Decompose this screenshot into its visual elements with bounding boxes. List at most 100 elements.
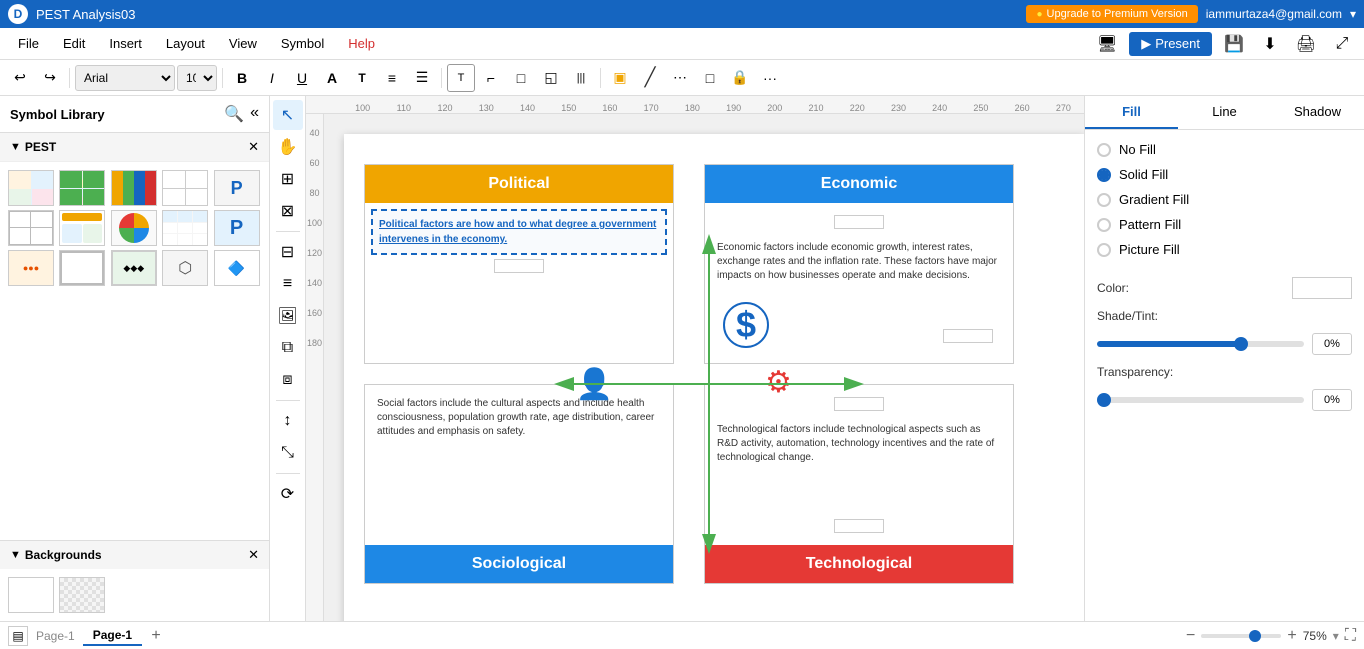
pest-close-icon[interactable]: ✕ <box>248 139 259 155</box>
menu-view[interactable]: View <box>219 32 267 55</box>
zoom-slider[interactable] <box>1201 634 1281 638</box>
political-content[interactable]: Political factors are how and to what de… <box>371 209 667 255</box>
shape4-button[interactable]: ||| <box>567 64 595 92</box>
line-style-button[interactable]: ⋯ <box>666 64 694 92</box>
text-wrap-tool-button[interactable]: ↕ <box>273 406 303 436</box>
template-item-10[interactable]: P <box>214 210 260 246</box>
bg-item-white[interactable] <box>8 577 54 613</box>
panel-collapse-icon[interactable]: « <box>250 104 259 124</box>
template-item-12[interactable] <box>59 250 105 286</box>
zoom-thumb[interactable] <box>1249 630 1261 642</box>
tab-line[interactable]: Line <box>1178 96 1271 129</box>
menu-insert[interactable]: Insert <box>99 32 152 55</box>
template-item-15[interactable]: 🔷 <box>214 250 260 286</box>
panel-search-icon[interactable]: 🔍 <box>224 104 244 124</box>
text-box-button[interactable]: T <box>447 64 475 92</box>
fullscreen-button[interactable]: ⛶ <box>1345 627 1356 645</box>
fill-option-gradient[interactable]: Gradient Fill <box>1097 192 1352 207</box>
transparency-input[interactable] <box>1312 389 1352 411</box>
technological-quadrant[interactable]: ⚙ Technological factors include technolo… <box>704 384 1014 584</box>
zoom-dropdown-arrow[interactable]: ▾ <box>1333 629 1339 643</box>
ungroup-tool-button[interactable]: ⧈ <box>273 365 303 395</box>
present-button[interactable]: ▶ Present <box>1129 32 1212 56</box>
transparency-thumb[interactable] <box>1097 393 1111 407</box>
table-tool-button[interactable]: ⊟ <box>273 237 303 267</box>
template-item-11[interactable]: ●●● <box>8 250 54 286</box>
menu-file[interactable]: File <box>8 32 49 55</box>
line-color-button[interactable]: ╱ <box>636 64 664 92</box>
connector-tool-button[interactable]: ⊠ <box>273 196 303 226</box>
align2-button[interactable]: ☰ <box>408 64 436 92</box>
share-icon[interactable]: ⤢ <box>1328 30 1356 58</box>
bold-button[interactable]: B <box>228 64 256 92</box>
radio-pattern-fill[interactable] <box>1097 218 1111 232</box>
text-button[interactable]: T <box>348 64 376 92</box>
bg-item-pattern[interactable] <box>59 577 105 613</box>
template-item-6[interactable] <box>8 210 54 246</box>
group-tool-button[interactable]: ⧉ <box>273 333 303 363</box>
underline-button[interactable]: U <box>288 64 316 92</box>
border-button[interactable]: □ <box>696 64 724 92</box>
zoom-plus-button[interactable]: + <box>1287 627 1296 645</box>
fill-option-solid[interactable]: Solid Fill <box>1097 167 1352 182</box>
shade-tint-input[interactable] <box>1312 333 1352 355</box>
template-item-9[interactable] <box>162 210 208 246</box>
redo-button[interactable]: ↪ <box>36 64 64 92</box>
fill-option-picture[interactable]: Picture Fill <box>1097 242 1352 257</box>
shape1-button[interactable]: ⌐ <box>477 64 505 92</box>
lock-button[interactable]: 🔒 <box>726 64 754 92</box>
page-tab-1[interactable]: Page-1 <box>83 626 142 646</box>
template-item-2[interactable] <box>59 170 105 206</box>
radio-no-fill[interactable] <box>1097 143 1111 157</box>
menu-help[interactable]: Help <box>338 32 385 55</box>
shade-tint-thumb[interactable] <box>1234 337 1248 351</box>
italic-button[interactable]: I <box>258 64 286 92</box>
template-item-8[interactable] <box>111 210 157 246</box>
template-item-5[interactable]: P <box>214 170 260 206</box>
template-item-13[interactable]: ◆◆◆ <box>111 250 157 286</box>
fill-option-no-fill[interactable]: No Fill <box>1097 142 1352 157</box>
more-button[interactable]: ··· <box>756 64 784 92</box>
select-tool-button[interactable]: ↖ <box>273 100 303 130</box>
template-item-4[interactable] <box>162 170 208 206</box>
fill-option-pattern[interactable]: Pattern Fill <box>1097 217 1352 232</box>
radio-solid-fill[interactable] <box>1097 168 1111 182</box>
sidebar-toggle-button[interactable]: ▤ <box>8 626 28 646</box>
bg-collapse-arrow[interactable]: ▼ <box>10 549 21 561</box>
canvas[interactable]: Political Political factors are how and … <box>344 134 1084 621</box>
template-item-3[interactable] <box>111 170 157 206</box>
sociological-quadrant[interactable]: Social factors include the cultural aspe… <box>364 384 674 584</box>
zoom-minus-button[interactable]: − <box>1186 627 1195 645</box>
radio-picture-fill[interactable] <box>1097 243 1111 257</box>
tab-shadow[interactable]: Shadow <box>1271 96 1364 129</box>
shape3-button[interactable]: ◱ <box>537 64 565 92</box>
scale-tool-button[interactable]: ⤡ <box>273 438 303 468</box>
menu-edit[interactable]: Edit <box>53 32 95 55</box>
print-icon[interactable]: 🖨 <box>1292 30 1320 58</box>
monitor-icon[interactable]: 🖥 <box>1093 30 1121 58</box>
align-button[interactable]: ≡ <box>378 64 406 92</box>
font-size-selector[interactable]: 10 12 14 16 <box>177 65 217 91</box>
pest-collapse-arrow[interactable]: ▼ <box>10 141 21 153</box>
tab-fill[interactable]: Fill <box>1085 96 1178 129</box>
color-box[interactable] <box>1292 277 1352 299</box>
menu-symbol[interactable]: Symbol <box>271 32 334 55</box>
upgrade-button[interactable]: Upgrade to Premium Version <box>1026 5 1197 23</box>
shape2-button[interactable]: □ <box>507 64 535 92</box>
template-item-14[interactable]: ⬡ <box>162 250 208 286</box>
menu-layout[interactable]: Layout <box>156 32 215 55</box>
undo-button[interactable]: ↩ <box>6 64 34 92</box>
shape-tool-button[interactable]: ⊞ <box>273 164 303 194</box>
political-quadrant[interactable]: Political Political factors are how and … <box>364 164 674 364</box>
add-page-button[interactable]: + <box>146 626 166 646</box>
image-tool-button[interactable]: 🖼 <box>273 301 303 331</box>
fill-color-button[interactable]: ▣ <box>606 64 634 92</box>
history-tool-button[interactable]: ⟳ <box>273 479 303 509</box>
save-icon[interactable]: 💾 <box>1220 30 1248 58</box>
economic-quadrant[interactable]: Economic Economic factors include econom… <box>704 164 1014 364</box>
template-item-7[interactable] <box>59 210 105 246</box>
download-icon[interactable]: ⬇ <box>1256 30 1284 58</box>
hand-tool-button[interactable]: ✋ <box>273 132 303 162</box>
shade-tint-slider[interactable] <box>1097 341 1304 347</box>
transparency-slider[interactable] <box>1097 397 1304 403</box>
